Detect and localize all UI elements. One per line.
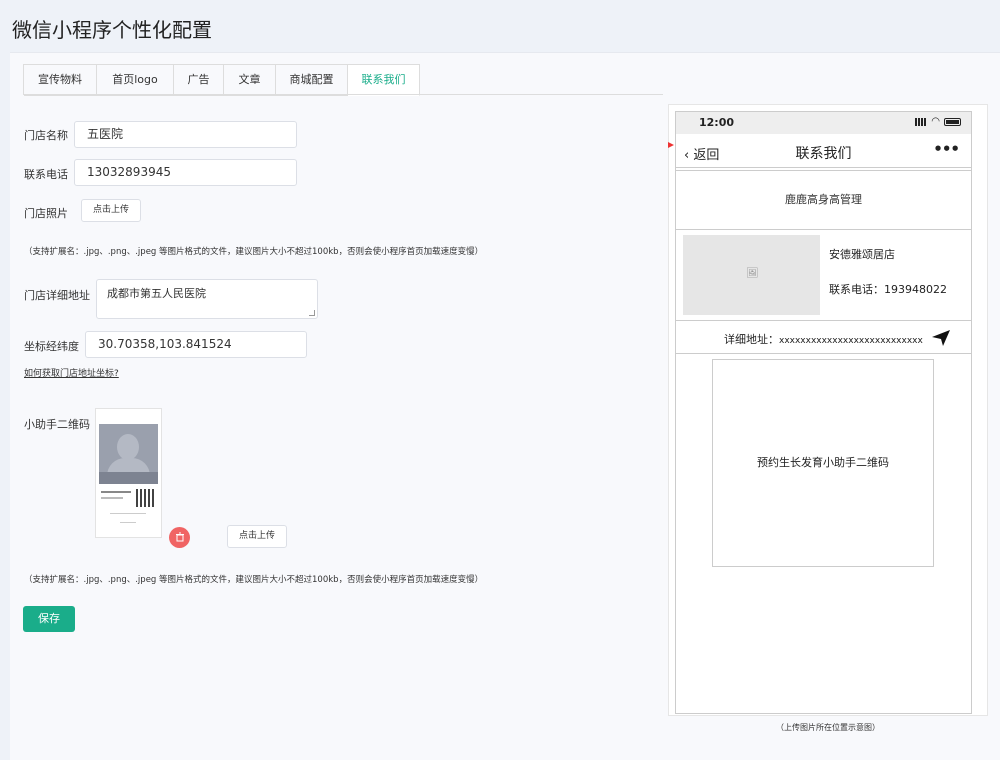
tab-home-logo[interactable]: 首页logo (97, 65, 174, 96)
qrcode-upload-button[interactable]: 点击上传 (227, 525, 287, 548)
preview-nav-title: 联系我们 (795, 146, 852, 162)
qrcode-thumbnail-photo (99, 424, 158, 484)
preview-qrcode-box: 预约生长发育小助手二维码 (712, 359, 934, 567)
qrcode-thumbnail (95, 408, 162, 538)
phone-input[interactable]: 13032893945 (74, 159, 297, 186)
more-dots-icon: ••• (933, 140, 960, 158)
address-textarea[interactable]: 成都市第五人民医院 (96, 279, 318, 319)
store-photo-label: 门店照片 (24, 207, 68, 220)
preview-address: 详细地址：xxxxxxxxxxxxxxxxxxxxxxxxxxx (724, 331, 923, 347)
tabs-divider (23, 94, 663, 95)
store-image-placeholder: 🖼 (683, 235, 820, 315)
preview-address-row: 详细地址：xxxxxxxxxxxxxxxxxxxxxxxxxxx (676, 320, 971, 354)
tab-promo-materials[interactable]: 宣传物料 (24, 65, 97, 96)
battery-icon (944, 118, 961, 126)
qrcode-format-hint: （支持扩展名：.jpg、.png、.jpeg 等图片格式的文件，建议图片大小不超… (24, 575, 484, 585)
preview-address-value: xxxxxxxxxxxxxxxxxxxxxxxxxxx (779, 336, 923, 346)
tab-mall-config[interactable]: 商城配置 (276, 65, 348, 96)
status-bar: 12:00 ◠ (676, 112, 971, 134)
tab-ads[interactable]: 广告 (174, 65, 224, 96)
store-name-label: 门店名称 (24, 129, 68, 142)
preview-store-phone: 联系电话：193948022 (829, 283, 947, 296)
tab-contact-us[interactable]: 联系我们 (348, 65, 420, 96)
preview-caption: （上传图片所在位置示意图） (776, 723, 880, 732)
image-icon: 🖼 (746, 268, 759, 279)
trash-icon (175, 532, 184, 542)
tab-bar: 宣传物料 首页logo 广告 文章 商城配置 联系我们 (23, 64, 420, 96)
coords-help-link[interactable]: 如何获取门店地址坐标? (24, 366, 119, 379)
position-marker-icon (668, 142, 674, 148)
preview-org-name: 鹿鹿高身高管理 (676, 170, 971, 230)
tab-articles[interactable]: 文章 (224, 65, 276, 96)
save-button[interactable]: 保存 (23, 606, 75, 632)
coords-input[interactable]: 30.70358,103.841524 (85, 331, 307, 358)
preview-store-name: 安德雅颂居店 (829, 248, 895, 261)
status-icons: ◠ (915, 117, 961, 127)
preview-address-label: 详细地址： (724, 333, 779, 346)
resize-handle-icon[interactable] (309, 310, 315, 316)
store-name-input[interactable]: 五医院 (74, 121, 297, 148)
page-title: 微信小程序个性化配置 (12, 18, 212, 42)
photo-format-hint: （支持扩展名：.jpg、.png、.jpeg 等图片格式的文件，建议图片大小不超… (24, 247, 484, 257)
address-label: 门店详细地址 (24, 289, 90, 302)
wifi-icon: ◠ (931, 116, 940, 127)
delete-qrcode-button[interactable] (169, 527, 190, 548)
coords-label: 坐标经纬度 (24, 340, 79, 353)
signal-icon (915, 118, 928, 126)
qrcode-mini-icon (136, 489, 154, 507)
status-time: 12:00 (699, 116, 735, 129)
phone-label: 联系电话 (24, 168, 68, 181)
navigation-arrow-icon (932, 330, 950, 346)
address-value: 成都市第五人民医院 (107, 287, 206, 300)
preview-nav-bar: ‹ 返回 联系我们 ••• (676, 134, 971, 168)
qrcode-label: 小助手二维码 (24, 418, 90, 431)
phone-mockup: 12:00 ◠ ‹ 返回 联系我们 ••• 鹿鹿高身高管理 🖼 安德雅颂居店 联… (675, 111, 972, 714)
store-photo-upload-button[interactable]: 点击上传 (81, 199, 141, 222)
